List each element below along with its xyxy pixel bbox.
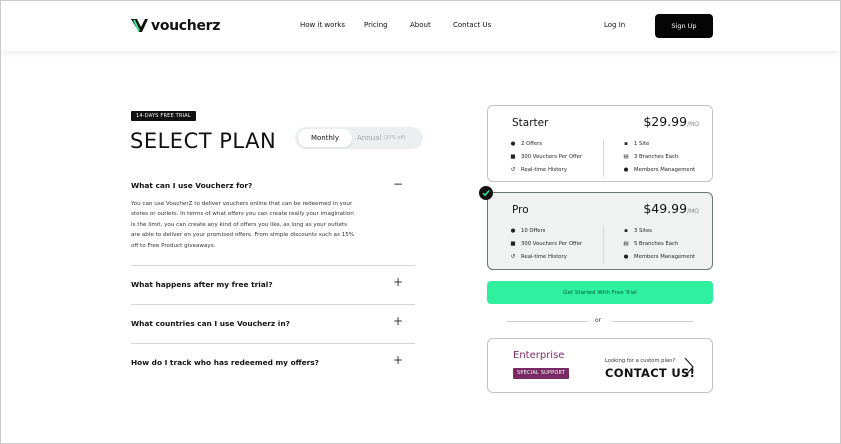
faq-answer: You can use VoucherZ to deliver vouchers…: [131, 199, 383, 251]
feature-label: 3 Branches Each: [634, 154, 679, 160]
plan-card-starter[interactable]: Starter $29.99/MO ● 2 Offers ■ 300 Voucher…: [487, 105, 713, 182]
feature-label: 300 Vouchers Per Offer: [521, 154, 583, 160]
feature-item: ▤ 5 Branches Each: [623, 241, 678, 247]
plan-card-pro[interactable]: Pro $49.99/MO ● 10 Offers ■ 300 Vouchers P…: [487, 192, 713, 270]
feature-label: 10 Offers: [521, 228, 546, 234]
nav-about[interactable]: About: [410, 21, 431, 29]
plan-price: $29.99/MO: [643, 114, 699, 129]
history-icon: ↺: [510, 167, 516, 173]
feature-label: Members Management: [634, 254, 696, 260]
nav-how-it-works[interactable]: How it works: [300, 21, 345, 29]
feature-item: ● 2 Offers: [510, 141, 542, 147]
plan-price-period: /MO: [687, 208, 699, 215]
voucher-icon: ■: [510, 154, 516, 160]
collapse-icon[interactable]: −: [393, 177, 403, 191]
voucher-icon: ■: [510, 241, 516, 247]
top-navbar: voucherz How it works Pricing About Cont…: [1, 1, 840, 51]
history-icon: ↺: [510, 254, 516, 260]
faq-answer-line: off to Free Product giveaways.: [131, 242, 216, 249]
nav-pricing[interactable]: Pricing: [364, 21, 388, 29]
feature-divider: [603, 226, 604, 264]
faq-divider: [131, 304, 415, 305]
feature-item: ▤ 3 Branches Each: [623, 154, 678, 160]
feature-label: Real-time History: [521, 167, 567, 173]
feature-item: ■ 300 Vouchers Per Offer: [510, 154, 582, 160]
feature-divider: [603, 139, 604, 177]
offer-icon: ●: [510, 141, 516, 147]
billing-toggle: Monthly Annual (20% off): [295, 127, 423, 149]
faq-question: How do I track who has redeemed my offer…: [131, 358, 319, 367]
enterprise-card[interactable]: Enterprise SPECIAL SUPPORT Looking for a…: [487, 338, 713, 393]
expand-icon[interactable]: +: [393, 353, 403, 367]
feature-label: 2 Offers: [521, 141, 543, 147]
enterprise-title: Enterprise: [513, 350, 565, 361]
free-trial-badge: 14-DAYS FREE TRIAL: [131, 111, 196, 121]
feature-label: Members Management: [634, 167, 696, 173]
plan-price-amount: $29.99: [643, 114, 688, 129]
or-label: or: [595, 317, 602, 324]
feature-label: 300 Vouchers Per Offer: [521, 241, 583, 247]
expand-icon[interactable]: +: [393, 275, 403, 289]
page: voucherz How it works Pricing About Cont…: [0, 0, 841, 444]
faq-answer-line: is the limit, you can create any kind of…: [131, 221, 348, 228]
custom-plan-prompt: Looking for a custom plan?: [605, 358, 676, 364]
branch-icon: ▤: [623, 241, 629, 247]
or-divider-left: [506, 321, 588, 322]
nav-contact-us[interactable]: Contact Us: [453, 21, 491, 29]
plan-price-period: /MO: [687, 121, 699, 128]
faq-item[interactable]: What countries can I use Voucherz in? +: [131, 314, 415, 333]
members-icon: ●: [623, 167, 629, 173]
selected-check-icon: [479, 186, 493, 200]
faq-item[interactable]: What can I use Voucherz for? − You can u…: [131, 177, 415, 261]
feature-label: 5 Branches Each: [634, 241, 679, 247]
expand-icon[interactable]: +: [393, 314, 403, 328]
feature-label: 1 Site: [634, 141, 650, 147]
feature-item: ● Members Management: [623, 254, 696, 260]
feature-label: 3 Sites: [634, 228, 652, 234]
feature-item: ↺ Real-time History: [510, 254, 567, 260]
voucherz-logo-icon: [131, 19, 148, 32]
faq-answer-line: are able to deliver on your promised off…: [131, 232, 355, 239]
feature-label: Real-time History: [521, 254, 567, 260]
contact-us-link[interactable]: CONTACT US!: [605, 366, 695, 380]
billing-annual-label: Annual: [357, 134, 382, 142]
faq-item[interactable]: What happens after my free trial? +: [131, 275, 415, 294]
brand-logo[interactable]: voucherz: [131, 16, 220, 36]
login-link[interactable]: Log In: [604, 21, 625, 29]
site-icon: ▪: [624, 228, 628, 234]
faq-divider: [131, 265, 415, 266]
plan-name: Starter: [512, 117, 549, 129]
faq-divider: [131, 343, 415, 344]
billing-monthly-option[interactable]: Monthly: [298, 129, 352, 147]
feature-item: ● 10 Offers: [510, 228, 546, 234]
feature-item: ▪ 3 Sites: [623, 228, 652, 234]
or-divider-right: [612, 321, 694, 322]
faq-item[interactable]: How do I track who has redeemed my offer…: [131, 353, 415, 372]
billing-annual-option[interactable]: Annual (20% off): [357, 129, 406, 147]
faq-question: What countries can I use Voucherz in?: [131, 319, 290, 328]
faq-answer-line: You can use VoucherZ to deliver vouchers…: [131, 201, 353, 207]
faq-question: What can I use Voucherz for?: [131, 181, 253, 190]
special-support-badge: SPECIAL SUPPORT: [513, 368, 570, 379]
branch-icon: ▤: [623, 154, 629, 160]
get-started-button[interactable]: Get Started With Free Trial: [487, 281, 713, 304]
members-icon: ●: [623, 254, 629, 260]
plan-price-amount: $49.99: [643, 201, 688, 216]
feature-item: ● Members Management: [623, 167, 696, 173]
plan-price: $49.99/MO: [643, 201, 699, 216]
signup-button[interactable]: Sign Up: [655, 14, 713, 38]
faq-answer-line: stores or outlets. In terms of what offe…: [131, 211, 354, 218]
site-icon: ▪: [624, 141, 628, 147]
plan-name: Pro: [512, 204, 529, 216]
faq-question: What happens after my free trial?: [131, 280, 273, 289]
page-title: SELECT PLAN: [130, 129, 277, 153]
brand-name: voucherz: [151, 18, 221, 34]
feature-item: ↺ Real-time History: [510, 167, 567, 173]
offer-icon: ●: [510, 228, 516, 234]
feature-item: ■ 300 Vouchers Per Offer: [510, 241, 582, 247]
feature-item: ▪ 1 Site: [623, 141, 649, 147]
chevron-right-icon[interactable]: [683, 356, 695, 378]
annual-discount-label: (20% off): [383, 135, 406, 141]
